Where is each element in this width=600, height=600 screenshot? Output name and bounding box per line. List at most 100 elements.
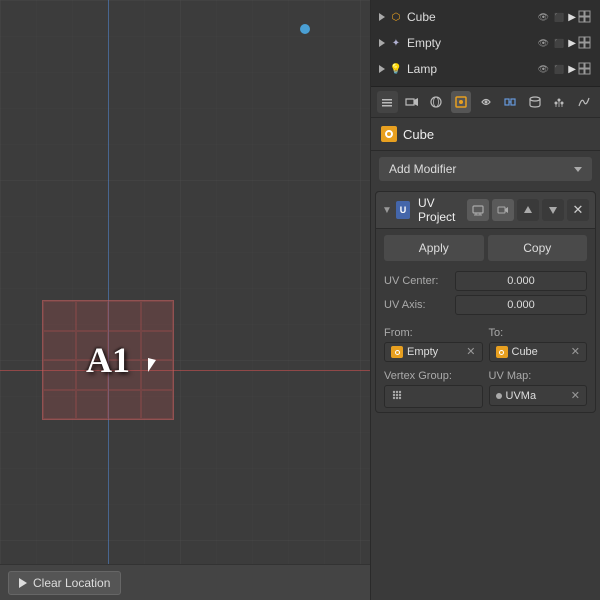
to-value: Cube [512, 346, 567, 358]
from-group: From: Empty ✕ [384, 327, 483, 362]
down-arrow-icon [548, 205, 558, 215]
uv-map-label: UV Map: [489, 370, 588, 382]
render-icon-empty[interactable]: ⬛ [552, 36, 566, 50]
to-obj-icon [496, 346, 508, 358]
modifier-expand-icon[interactable]: ▼ [382, 205, 392, 216]
outliner-cube-label: Cube [407, 10, 532, 24]
add-modifier-label: Add Modifier [389, 162, 456, 176]
uv-map-field[interactable]: UVMa ✕ [489, 385, 588, 406]
modifier-name: UV Project [418, 196, 463, 224]
arrow-icon-lamp[interactable]: ▶ [568, 64, 576, 75]
data-icon [528, 95, 542, 109]
expand-icon-lamp [379, 65, 385, 73]
to-label: To: [489, 327, 588, 339]
from-object-pill[interactable]: Empty ✕ [384, 342, 483, 362]
render-toggle[interactable] [492, 199, 514, 221]
uv-center-group: UV Center: 0.000 UV Axis: 0.000 [376, 267, 595, 323]
expand-icon [379, 13, 385, 21]
uv-center-x-input[interactable]: 0.000 [455, 271, 587, 291]
add-modifier-row: Add Modifier [371, 151, 600, 187]
eye-icon[interactable]: 👁 [536, 10, 550, 24]
tab-render[interactable] [402, 91, 423, 113]
outliner-empty-label: Empty [407, 36, 532, 50]
constraint-icon [479, 95, 493, 109]
mesh-cell [141, 360, 174, 390]
uv-center-label: UV Center: [384, 275, 449, 287]
outliner: ⬡ Cube 👁 ⬛ ▶ ✦ Empty 👁 ⬛ ▶ [371, 0, 600, 87]
tab-world[interactable] [426, 91, 447, 113]
realtime-toggle[interactable] [467, 199, 489, 221]
grid-icon-lamp[interactable] [578, 62, 592, 76]
modifier-section: ▼ U UV Project [375, 191, 596, 413]
outliner-item-cube[interactable]: ⬡ Cube 👁 ⬛ ▶ [371, 4, 600, 30]
grid-icon-empty[interactable] [578, 36, 592, 50]
modifier-icons: ✕ [467, 199, 589, 221]
modifier-icon [503, 95, 517, 109]
screen-icon [472, 204, 484, 216]
camera-icon [405, 95, 419, 109]
arrow-icon-empty[interactable]: ▶ [568, 38, 576, 49]
remove-modifier-button[interactable]: ✕ [567, 199, 589, 221]
tab-object[interactable] [451, 91, 472, 113]
mesh-cell [76, 301, 109, 331]
render-icon-lamp[interactable]: ⬛ [552, 62, 566, 76]
mesh-cell [141, 301, 174, 331]
cube-icon: ⬡ [389, 10, 403, 24]
from-obj-icon [391, 346, 403, 358]
uv-project-icon: U [396, 201, 410, 219]
uv-axis-row: UV Axis: 0.000 [384, 295, 587, 315]
empty-icon: ✦ [389, 36, 403, 50]
viewport[interactable]: A1 Clear Location [0, 0, 370, 600]
lamp-icon: 💡 [389, 62, 403, 76]
uv-center-x-row: UV Center: 0.000 [384, 271, 587, 291]
expand-icon [379, 39, 385, 47]
object-icon [454, 95, 468, 109]
up-arrow-icon [523, 205, 533, 215]
play-icon [19, 578, 27, 588]
arrow-icon[interactable]: ▶ [568, 12, 576, 23]
vertex-group-field[interactable] [384, 385, 483, 408]
from-to-row: From: Empty ✕ To: Cube ✕ [376, 323, 595, 366]
copy-button[interactable]: Copy [488, 235, 588, 261]
mesh-cell [108, 331, 141, 361]
mesh-cell [43, 360, 76, 390]
move-up-button[interactable] [517, 199, 539, 221]
mesh-cell [141, 390, 174, 420]
action-buttons: Apply Copy [376, 229, 595, 267]
tab-bar [371, 87, 600, 118]
vertex-grid-icon [391, 389, 403, 404]
mesh-cell [43, 301, 76, 331]
apply-button[interactable]: Apply [384, 235, 484, 261]
viewport-bottom-bar: Clear Location [0, 564, 370, 600]
outliner-item-lamp[interactable]: 💡 Lamp 👁 ⬛ ▶ [371, 56, 600, 82]
tab-constraints[interactable] [475, 91, 496, 113]
to-remove-icon[interactable]: ✕ [571, 347, 580, 358]
tab-particles[interactable] [549, 91, 570, 113]
to-object-pill[interactable]: Cube ✕ [489, 342, 588, 362]
move-down-button[interactable] [542, 199, 564, 221]
outliner-item-empty[interactable]: ✦ Empty 👁 ⬛ ▶ [371, 30, 600, 56]
tab-dropdown[interactable] [377, 91, 398, 113]
eye-icon-lamp[interactable]: 👁 [536, 62, 550, 76]
grid-icon[interactable] [578, 10, 592, 24]
mesh-cell [76, 390, 109, 420]
tab-physics[interactable] [574, 91, 595, 113]
dots-icon [391, 389, 403, 401]
properties-panel: Cube Add Modifier ▼ U UV Project [371, 87, 600, 600]
object-name: Cube [403, 127, 434, 142]
uv-map-remove-icon[interactable]: ✕ [571, 389, 580, 402]
tab-modifiers[interactable] [500, 91, 521, 113]
uv-center-z-input[interactable]: 0.000 [455, 295, 587, 315]
from-remove-icon[interactable]: ✕ [466, 347, 475, 358]
mesh-object[interactable]: A1 [42, 300, 174, 420]
mesh-cell [76, 360, 109, 390]
modifier-header: ▼ U UV Project [376, 192, 595, 229]
render-icon[interactable]: ⬛ [552, 10, 566, 24]
mesh-grid: A1 [42, 300, 174, 420]
tab-data[interactable] [524, 91, 545, 113]
3d-cursor [300, 24, 310, 34]
add-modifier-button[interactable]: Add Modifier [379, 157, 592, 181]
dropdown-icon [381, 96, 393, 108]
clear-location-button[interactable]: Clear Location [8, 571, 121, 595]
eye-icon-empty[interactable]: 👁 [536, 36, 550, 50]
